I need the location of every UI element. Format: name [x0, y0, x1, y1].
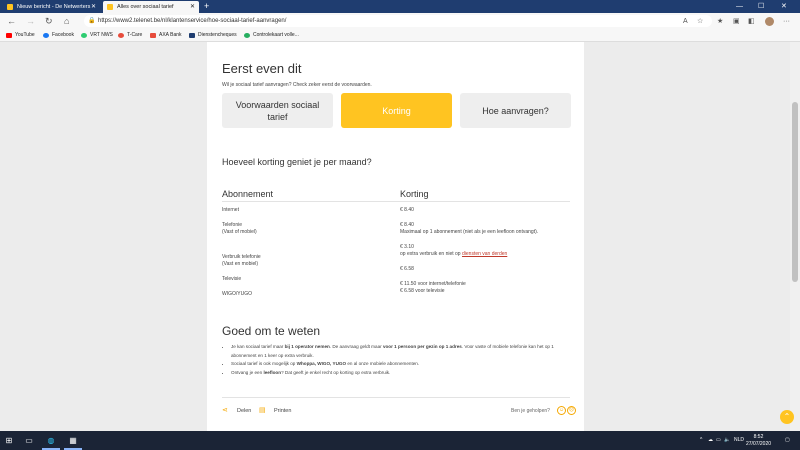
- controlekaart-icon: [244, 33, 250, 38]
- page-scrollbar[interactable]: [790, 42, 800, 431]
- tab-nieuw-bericht[interactable]: Nieuw bericht - De Netwerters ✕: [3, 1, 100, 13]
- close-tab-icon[interactable]: ✕: [91, 1, 96, 13]
- printer-icon: ▤: [259, 407, 266, 414]
- main-content: Eerst even dit Wil je sociaal tarief aan…: [207, 42, 584, 431]
- profile-avatar[interactable]: [765, 17, 774, 26]
- favorites-list-icon[interactable]: ★: [717, 16, 723, 27]
- system-clock[interactable]: 8:52 27/07/2020: [746, 434, 771, 447]
- windows-start-icon[interactable]: ⊞: [0, 431, 18, 450]
- forward-arrow-icon[interactable]: →: [26, 15, 35, 28]
- footer-divider: [222, 397, 570, 398]
- calculator-icon[interactable]: ▦: [64, 431, 82, 450]
- youtube-icon: [6, 33, 12, 38]
- lock-icon: 🔒: [88, 18, 96, 24]
- bookmark-facebook[interactable]: Facebook: [43, 30, 74, 41]
- row-subscription: Televisie: [222, 276, 242, 282]
- file-explorer-icon[interactable]: ▭: [20, 431, 38, 450]
- bookmark-dienstencheques[interactable]: Dienstencheques: [189, 30, 237, 41]
- read-aloud-icon[interactable]: A: [683, 16, 688, 27]
- column-header-korting: Korting: [400, 189, 429, 199]
- tab-korting[interactable]: Korting: [341, 93, 452, 128]
- maximize-button[interactable]: ☐: [758, 0, 764, 13]
- row-subscription: Verbruik telefonie (Vast en mobiel): [222, 254, 261, 267]
- share-button[interactable]: ⋖ Delen: [222, 407, 251, 415]
- tab-label: Alles over sociaal tarief: [117, 4, 174, 10]
- scroll-to-top-icon[interactable]: ⌃: [780, 410, 794, 424]
- column-header-abonnement: Abonnement: [222, 189, 274, 199]
- dienstencheques-icon: [189, 33, 195, 38]
- discount-heading: Hoeveel korting geniet je per maand?: [222, 157, 372, 167]
- tab-sociaal-tarief[interactable]: Alles over sociaal tarief ✕: [103, 1, 199, 13]
- reload-icon[interactable]: ↻: [45, 15, 53, 28]
- browser-tab-strip: Nieuw bericht - De Netwerters ✕ Alles ov…: [0, 0, 800, 13]
- print-button[interactable]: ▤ Printen: [259, 407, 291, 415]
- vrt-nws-icon: [81, 33, 87, 38]
- facebook-icon: [43, 33, 49, 38]
- good-to-know-list: Je kan sociaal tarief maar bij 1 operato…: [224, 343, 571, 377]
- row-discount: € 3.10 op extra verbruik en niet op dien…: [400, 244, 508, 257]
- page-viewport: Eerst even dit Wil je sociaal tarief aan…: [0, 42, 790, 431]
- tab-voorwaarden[interactable]: Voorwaarden sociaal tarief: [222, 93, 333, 128]
- bookmark-youtube[interactable]: YouTube: [6, 30, 35, 41]
- bookmark-controlekaart[interactable]: Controlekaart volle...: [244, 30, 299, 41]
- tray-chevron-icon[interactable]: ^: [700, 431, 702, 450]
- row-discount: € 11.50 voor internet/telefonie € 6.58 v…: [400, 281, 466, 294]
- row-subscription: Internet: [222, 207, 239, 213]
- back-arrow-icon[interactable]: ←: [7, 15, 16, 28]
- sad-face-icon[interactable]: ☹: [567, 406, 576, 415]
- page-title: Eerst even dit: [222, 61, 302, 76]
- url-text: https://www2.telenet.be/nl/klantenservic…: [98, 18, 287, 24]
- intro-text: Wil je sociaal tarief aanvragen? Check z…: [222, 82, 372, 88]
- diensten-van-derden-link[interactable]: diensten van derden: [462, 251, 507, 257]
- close-tab-icon[interactable]: ✕: [190, 1, 195, 13]
- bookmark-vrt-nws[interactable]: VRT NWS: [81, 30, 113, 41]
- row-subscription: WIGO/YUGO: [222, 291, 252, 297]
- close-window-button[interactable]: ✕: [781, 0, 787, 13]
- good-to-know-title: Goed om te weten: [222, 324, 321, 338]
- favorite-star-icon[interactable]: ☆: [697, 16, 703, 27]
- table-divider: [222, 201, 570, 202]
- windows-taskbar: ⊞ ▭ ◍ ▦ ^ ☁ ▭ 🔈 NLD 8:52 27/07/2020 ▢: [0, 431, 800, 450]
- happy-face-icon[interactable]: ☺: [557, 406, 566, 415]
- row-subscription: Telefonie (Vast of mobiel): [222, 222, 257, 235]
- row-discount: € 6.58: [400, 266, 414, 272]
- home-icon[interactable]: ⌂: [64, 15, 69, 28]
- language-indicator[interactable]: NLD: [734, 431, 744, 450]
- volume-icon[interactable]: 🔈: [724, 431, 730, 450]
- network-icon[interactable]: ▭: [716, 431, 721, 450]
- url-field[interactable]: 🔒 https://www2.telenet.be/nl/klantenserv…: [84, 15, 712, 27]
- scrollbar-thumb[interactable]: [792, 102, 798, 282]
- axa-bank-icon: [150, 33, 156, 38]
- extensions-icon[interactable]: ◧: [748, 16, 755, 27]
- tab-label: Nieuw bericht - De Netwerters: [17, 4, 91, 10]
- notifications-icon[interactable]: ▢: [785, 431, 790, 450]
- new-tab-button[interactable]: +: [204, 0, 209, 13]
- t-care-icon: [118, 33, 124, 38]
- netwerters-favicon-icon: [7, 4, 13, 10]
- bookmarks-bar: YouTube Facebook VRT NWS T-Care AXA Bank…: [0, 30, 800, 42]
- bookmark-t-care[interactable]: T-Care: [118, 30, 142, 41]
- edge-browser-icon[interactable]: ◍: [42, 431, 60, 450]
- row-discount: € 8.40 Maximaal op 1 abonnement (niet al…: [400, 222, 539, 235]
- minimize-button[interactable]: —: [736, 0, 743, 13]
- collections-icon[interactable]: ▣: [733, 16, 740, 27]
- more-menu-icon[interactable]: ···: [783, 16, 790, 27]
- telenet-favicon-icon: [107, 4, 113, 10]
- bookmark-axa-bank[interactable]: AXA Bank: [150, 30, 182, 41]
- list-item: Sociaal tarief is ook mogelijk op Whoppa…: [231, 360, 571, 369]
- weather-icon[interactable]: ☁: [708, 431, 713, 450]
- address-bar-row: ← → ↻ ⌂ 🔒 https://www2.telenet.be/nl/kla…: [0, 13, 800, 30]
- list-item: Ontvang je een leefloon? Dat geeft je en…: [231, 369, 571, 378]
- share-icon: ⋖: [222, 407, 228, 414]
- clock-date: 27/07/2020: [746, 440, 772, 447]
- list-item: Je kan sociaal tarief maar bij 1 operato…: [231, 343, 571, 360]
- helped-question: Ben je geholpen?: [511, 408, 550, 414]
- tab-hoe-aanvragen[interactable]: Hoe aanvragen?: [460, 93, 571, 128]
- row-discount: € 8.40: [400, 207, 414, 213]
